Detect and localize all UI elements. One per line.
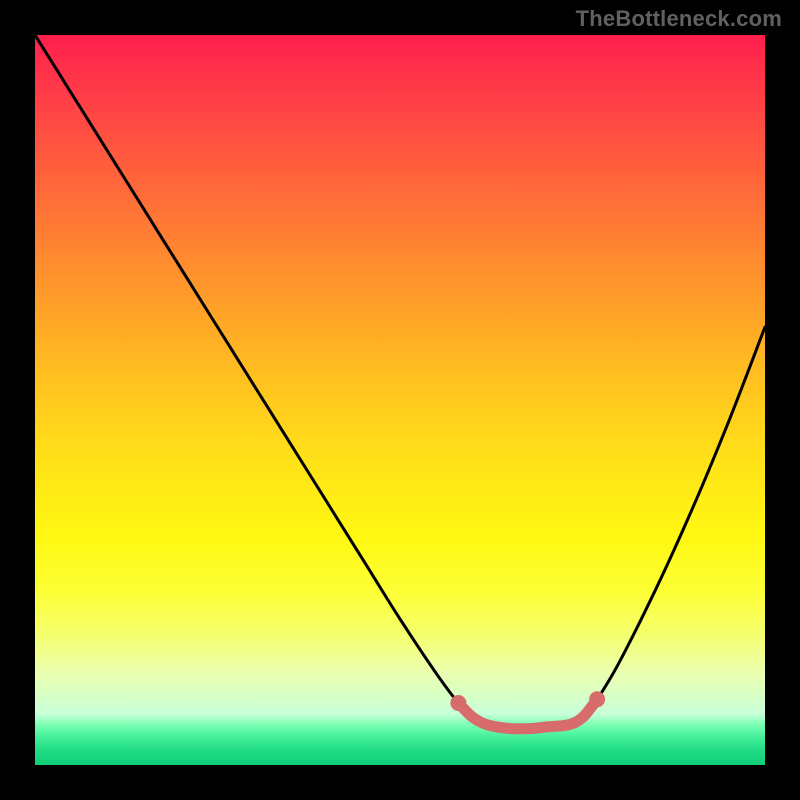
plot-area — [35, 35, 765, 765]
chart-svg — [35, 35, 765, 765]
highlight-endpoint-right — [589, 691, 605, 707]
highlight-endpoint-left — [450, 695, 466, 711]
credit-label: TheBottleneck.com — [576, 6, 782, 32]
bottleneck-curve — [35, 35, 765, 729]
optimal-highlight-segment — [458, 699, 597, 729]
chart-frame: TheBottleneck.com — [0, 0, 800, 800]
